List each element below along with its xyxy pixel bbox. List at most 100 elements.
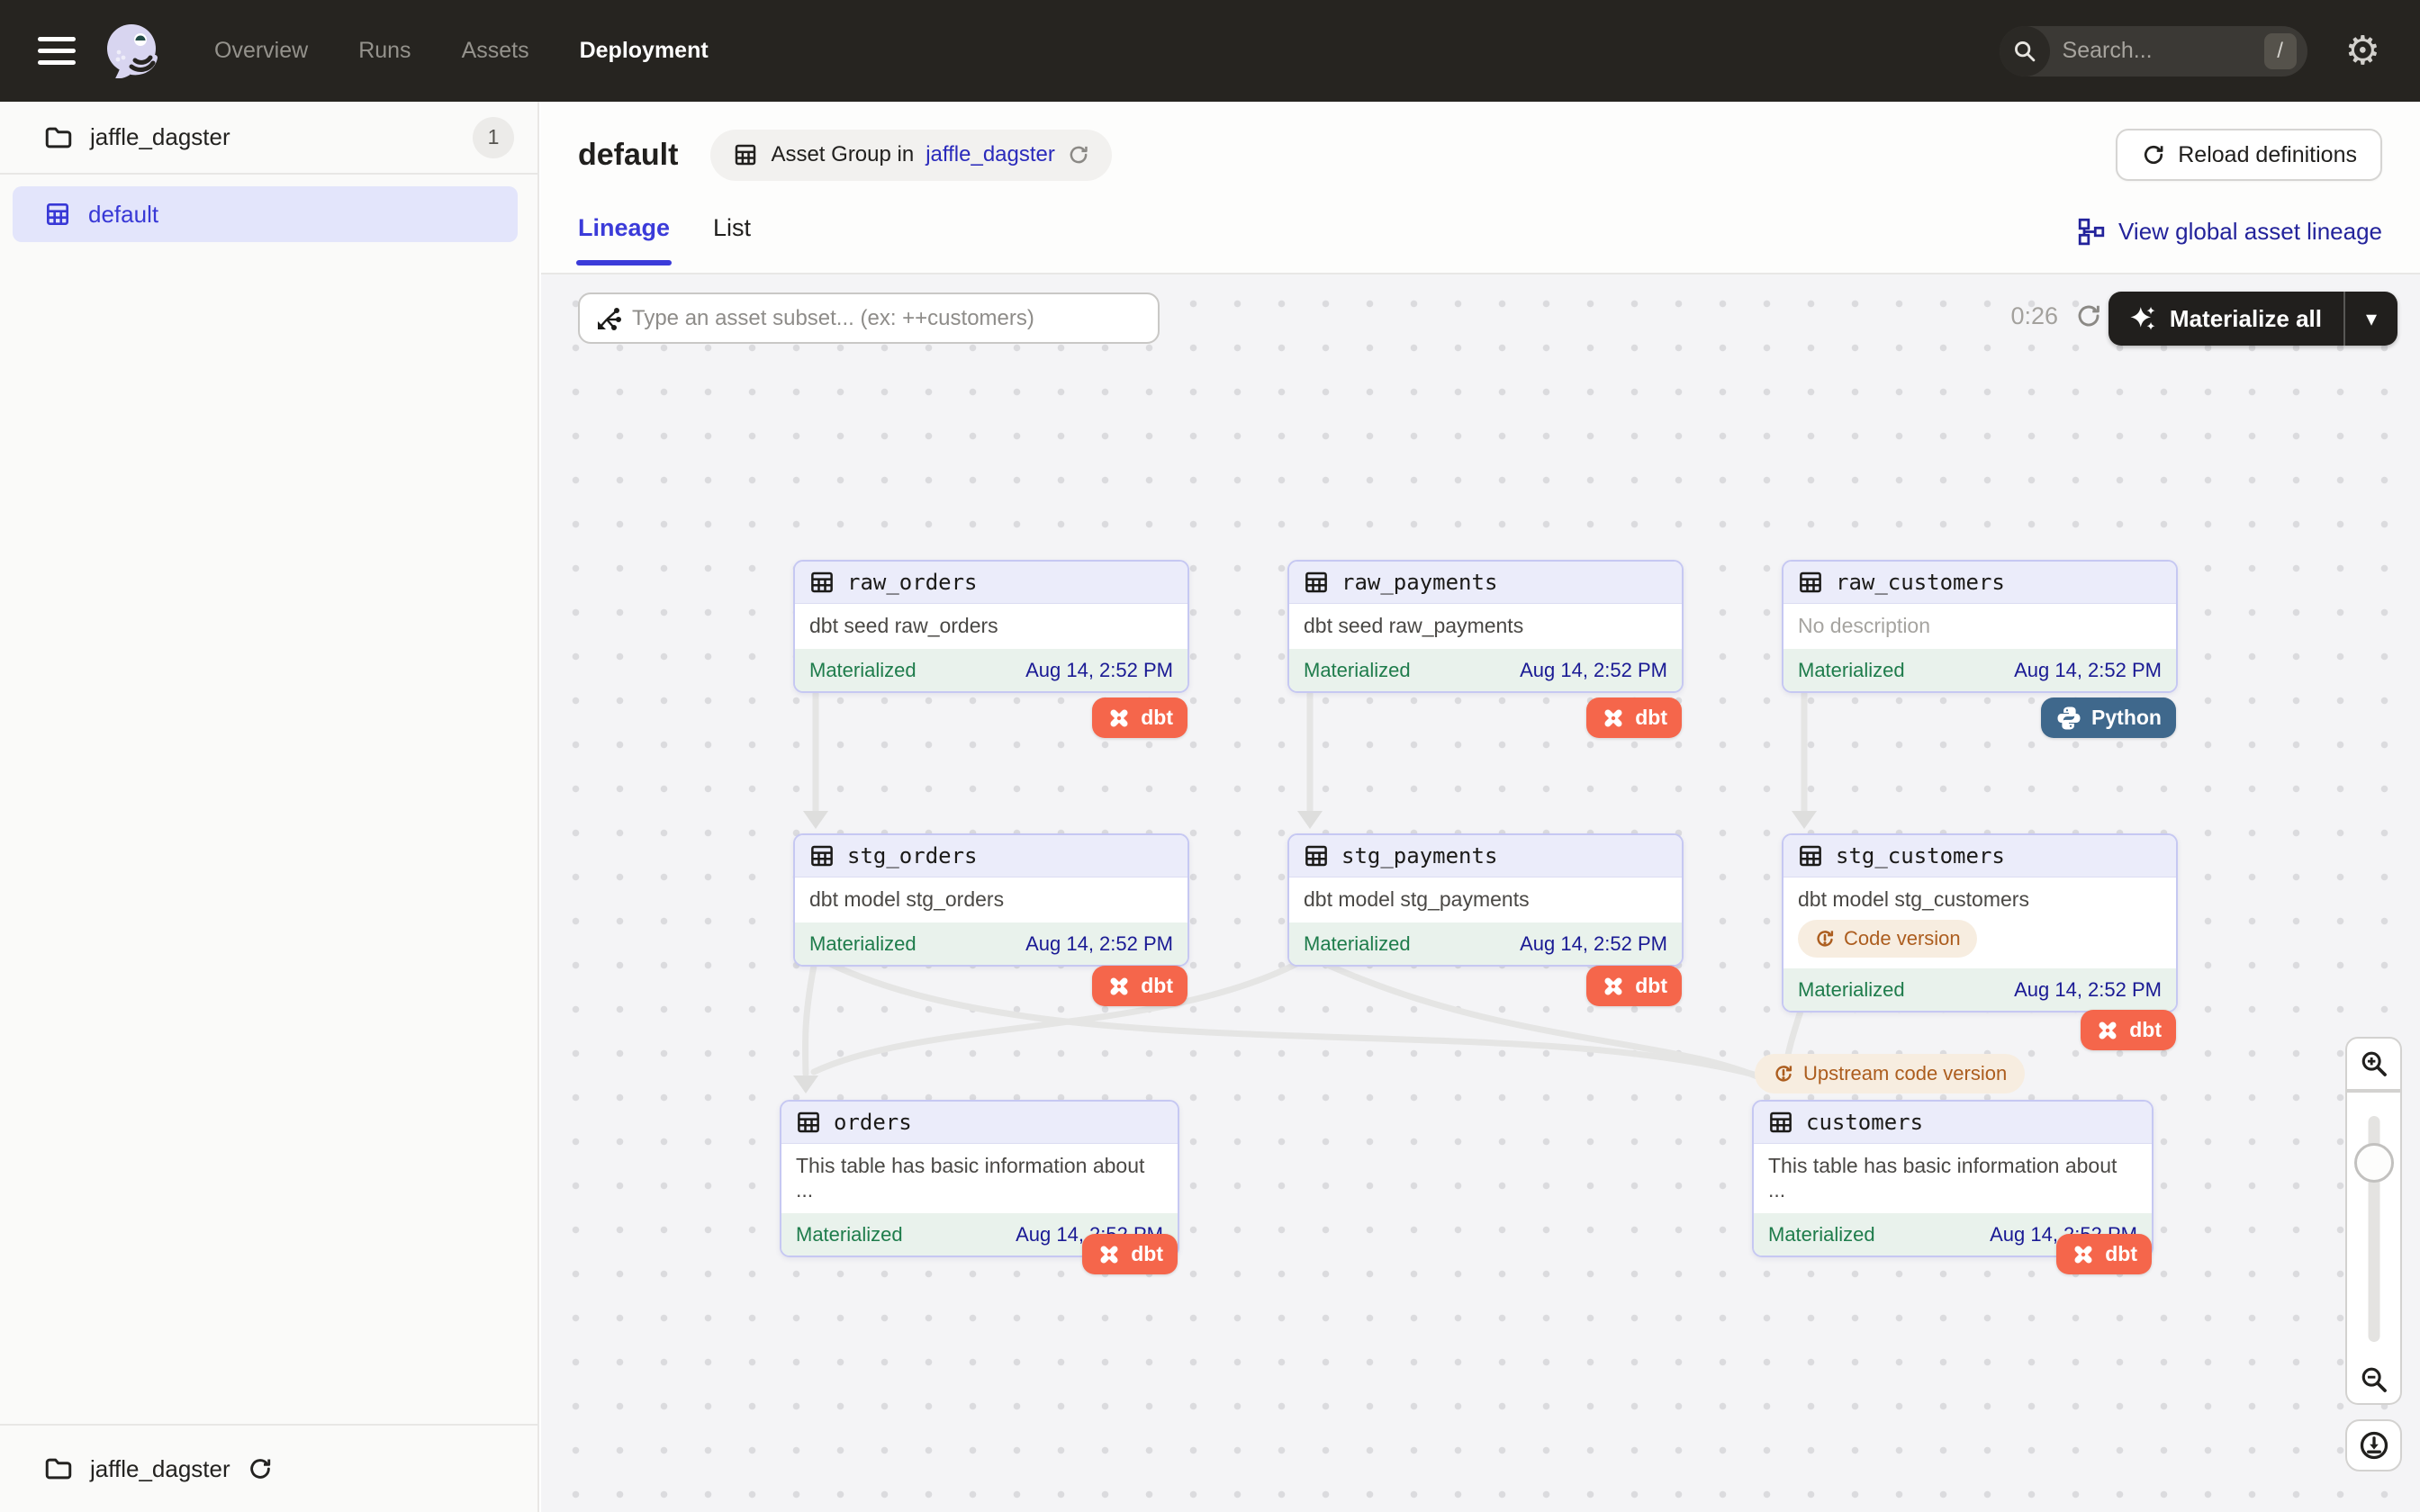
status-badge: Materialized — [1768, 1223, 1875, 1246]
materialize-all-label: Materialize all — [2170, 305, 2322, 333]
gear-icon[interactable]: ⚙ — [2345, 32, 2380, 71]
materialization-time[interactable]: Aug 14, 2:52 PM — [1520, 659, 1667, 682]
asset-node-raw-payments[interactable]: raw_payments dbt seed raw_payments Mater… — [1287, 560, 1684, 693]
asset-node-stg-payments[interactable]: stg_payments dbt model stg_payments Mate… — [1287, 833, 1684, 967]
materialize-all-button[interactable]: Materialize all — [2108, 292, 2343, 346]
dbt-badge[interactable]: dbt — [1092, 698, 1187, 738]
materialize-dropdown-button[interactable]: ▾ — [2345, 292, 2397, 346]
materialization-time[interactable]: Aug 14, 2:52 PM — [1025, 932, 1173, 956]
zoom-slider-thumb[interactable] — [2354, 1143, 2394, 1183]
asset-name: stg_payments — [1341, 843, 1497, 868]
asset-name: raw_customers — [1836, 570, 2005, 595]
refresh-icon[interactable] — [1067, 143, 1090, 166]
nav-item-deployment[interactable]: Deployment — [580, 38, 709, 64]
folder-icon — [43, 122, 74, 153]
badge-label: dbt — [1141, 706, 1173, 730]
tab-list[interactable]: List — [713, 214, 751, 264]
dbt-logo-icon — [1601, 706, 1626, 731]
zoom-out-icon — [2359, 1364, 2389, 1395]
sidebar-item-default-group[interactable]: default — [13, 186, 518, 242]
footer-repo-label: jaffle_dagster — [90, 1455, 230, 1483]
badge-label: Python — [2091, 706, 2162, 730]
asset-description: This table has basic information about .… — [1768, 1154, 2117, 1202]
badge-label: dbt — [1141, 974, 1173, 998]
dbt-badge[interactable]: dbt — [1586, 966, 1682, 1006]
badge-label: dbt — [1131, 1242, 1163, 1266]
dbt-badge[interactable]: dbt — [1092, 966, 1187, 1006]
nav-item-runs[interactable]: Runs — [358, 38, 411, 64]
python-badge[interactable]: Python — [2041, 698, 2176, 738]
nav-links: Overview Runs Assets Deployment — [214, 38, 709, 64]
zoom-controls — [2345, 1037, 2402, 1472]
zoom-in-button[interactable] — [2345, 1037, 2402, 1091]
badge-label: dbt — [2105, 1242, 2137, 1266]
asset-description: dbt model stg_customers — [1798, 887, 2029, 911]
asset-group-pill[interactable]: Asset Group in jaffle_dagster — [710, 130, 1111, 181]
asset-subset-input[interactable] — [632, 306, 1143, 331]
page-header: default Asset Group in jaffle_dagster Re… — [541, 102, 2420, 274]
materialization-time[interactable]: Aug 14, 2:52 PM — [1025, 659, 1173, 682]
asset-subset-filter[interactable] — [578, 292, 1160, 344]
upstream-code-version-tag[interactable]: Upstream code version — [1755, 1054, 2025, 1094]
dbt-badge[interactable]: dbt — [1082, 1234, 1178, 1274]
status-badge: Materialized — [1798, 659, 1905, 682]
table-icon — [1303, 569, 1330, 596]
global-lineage-label: View global asset lineage — [2118, 218, 2382, 246]
materialization-time[interactable]: Aug 14, 2:52 PM — [1520, 932, 1667, 956]
table-icon — [1303, 842, 1330, 869]
table-icon — [795, 1109, 822, 1136]
asset-node-stg-orders[interactable]: stg_orders dbt model stg_orders Material… — [793, 833, 1189, 967]
asset-name: raw_orders — [847, 570, 978, 595]
badge-label: dbt — [2129, 1018, 2162, 1042]
sidebar-item-repo[interactable]: jaffle_dagster 1 — [0, 102, 537, 175]
code-version-icon — [1773, 1063, 1794, 1084]
dbt-badge[interactable]: dbt — [2056, 1234, 2152, 1274]
asset-node-raw-orders[interactable]: raw_orders dbt seed raw_orders Materiali… — [793, 560, 1189, 693]
search-shortcut-key: / — [2264, 33, 2297, 69]
zoom-out-button[interactable] — [2345, 1356, 2402, 1405]
code-version-tag[interactable]: Code version — [1798, 920, 1977, 958]
refresh-icon[interactable] — [2074, 302, 2103, 330]
dbt-badge[interactable]: dbt — [1586, 698, 1682, 738]
dbt-badge[interactable]: dbt — [2081, 1010, 2176, 1050]
upstream-code-version-label: Upstream code version — [1803, 1062, 2007, 1085]
dagster-logo-icon[interactable] — [101, 20, 164, 83]
status-badge: Materialized — [1798, 978, 1905, 1002]
asset-node-stg-customers[interactable]: stg_customers dbt model stg_customers Co… — [1782, 833, 2178, 1012]
folder-icon — [43, 1454, 74, 1484]
lineage-graph-canvas[interactable]: 0:26 Materialize all ▾ raw_orders dbt se… — [541, 274, 2420, 1512]
status-badge: Materialized — [809, 659, 917, 682]
group-pill-repo-link[interactable]: jaffle_dagster — [926, 142, 1055, 167]
asset-name: raw_payments — [1341, 570, 1497, 595]
table-icon — [1797, 842, 1824, 869]
tab-lineage[interactable]: Lineage — [578, 214, 670, 264]
search-input[interactable] — [2050, 38, 2264, 64]
asset-node-raw-customers[interactable]: raw_customers No description Materialize… — [1782, 560, 2178, 693]
dbt-logo-icon — [2071, 1242, 2096, 1267]
asset-description: dbt model stg_orders — [809, 887, 1004, 911]
python-logo-icon — [2055, 705, 2082, 732]
download-graph-button[interactable] — [2345, 1419, 2402, 1472]
view-global-asset-lineage-link[interactable]: View global asset lineage — [2077, 217, 2382, 264]
code-version-label: Code version — [1844, 927, 1961, 950]
repo-count-badge: 1 — [473, 117, 514, 158]
dbt-logo-icon — [1106, 706, 1132, 731]
refresh-icon[interactable] — [247, 1455, 274, 1482]
badge-label: dbt — [1635, 974, 1667, 998]
materialization-time[interactable]: Aug 14, 2:52 PM — [2014, 978, 2162, 1002]
nav-item-overview[interactable]: Overview — [214, 38, 308, 64]
group-pill-prefix: Asset Group in — [771, 142, 914, 167]
materialization-time[interactable]: Aug 14, 2:52 PM — [2014, 659, 2162, 682]
sparkles-icon — [2130, 305, 2157, 332]
hamburger-menu-icon[interactable] — [38, 37, 76, 65]
page-title: default — [578, 138, 678, 173]
reload-definitions-label: Reload definitions — [2178, 142, 2357, 168]
badge-label: dbt — [1635, 706, 1667, 730]
refresh-timer: 0:26 — [2010, 302, 2103, 330]
download-icon — [2358, 1429, 2390, 1462]
reload-definitions-button[interactable]: Reload definitions — [2116, 129, 2382, 181]
zoom-slider[interactable] — [2345, 1091, 2402, 1356]
nav-item-assets[interactable]: Assets — [462, 38, 529, 64]
repo-label: jaffle_dagster — [90, 123, 473, 151]
global-search[interactable]: / — [2000, 26, 2307, 76]
